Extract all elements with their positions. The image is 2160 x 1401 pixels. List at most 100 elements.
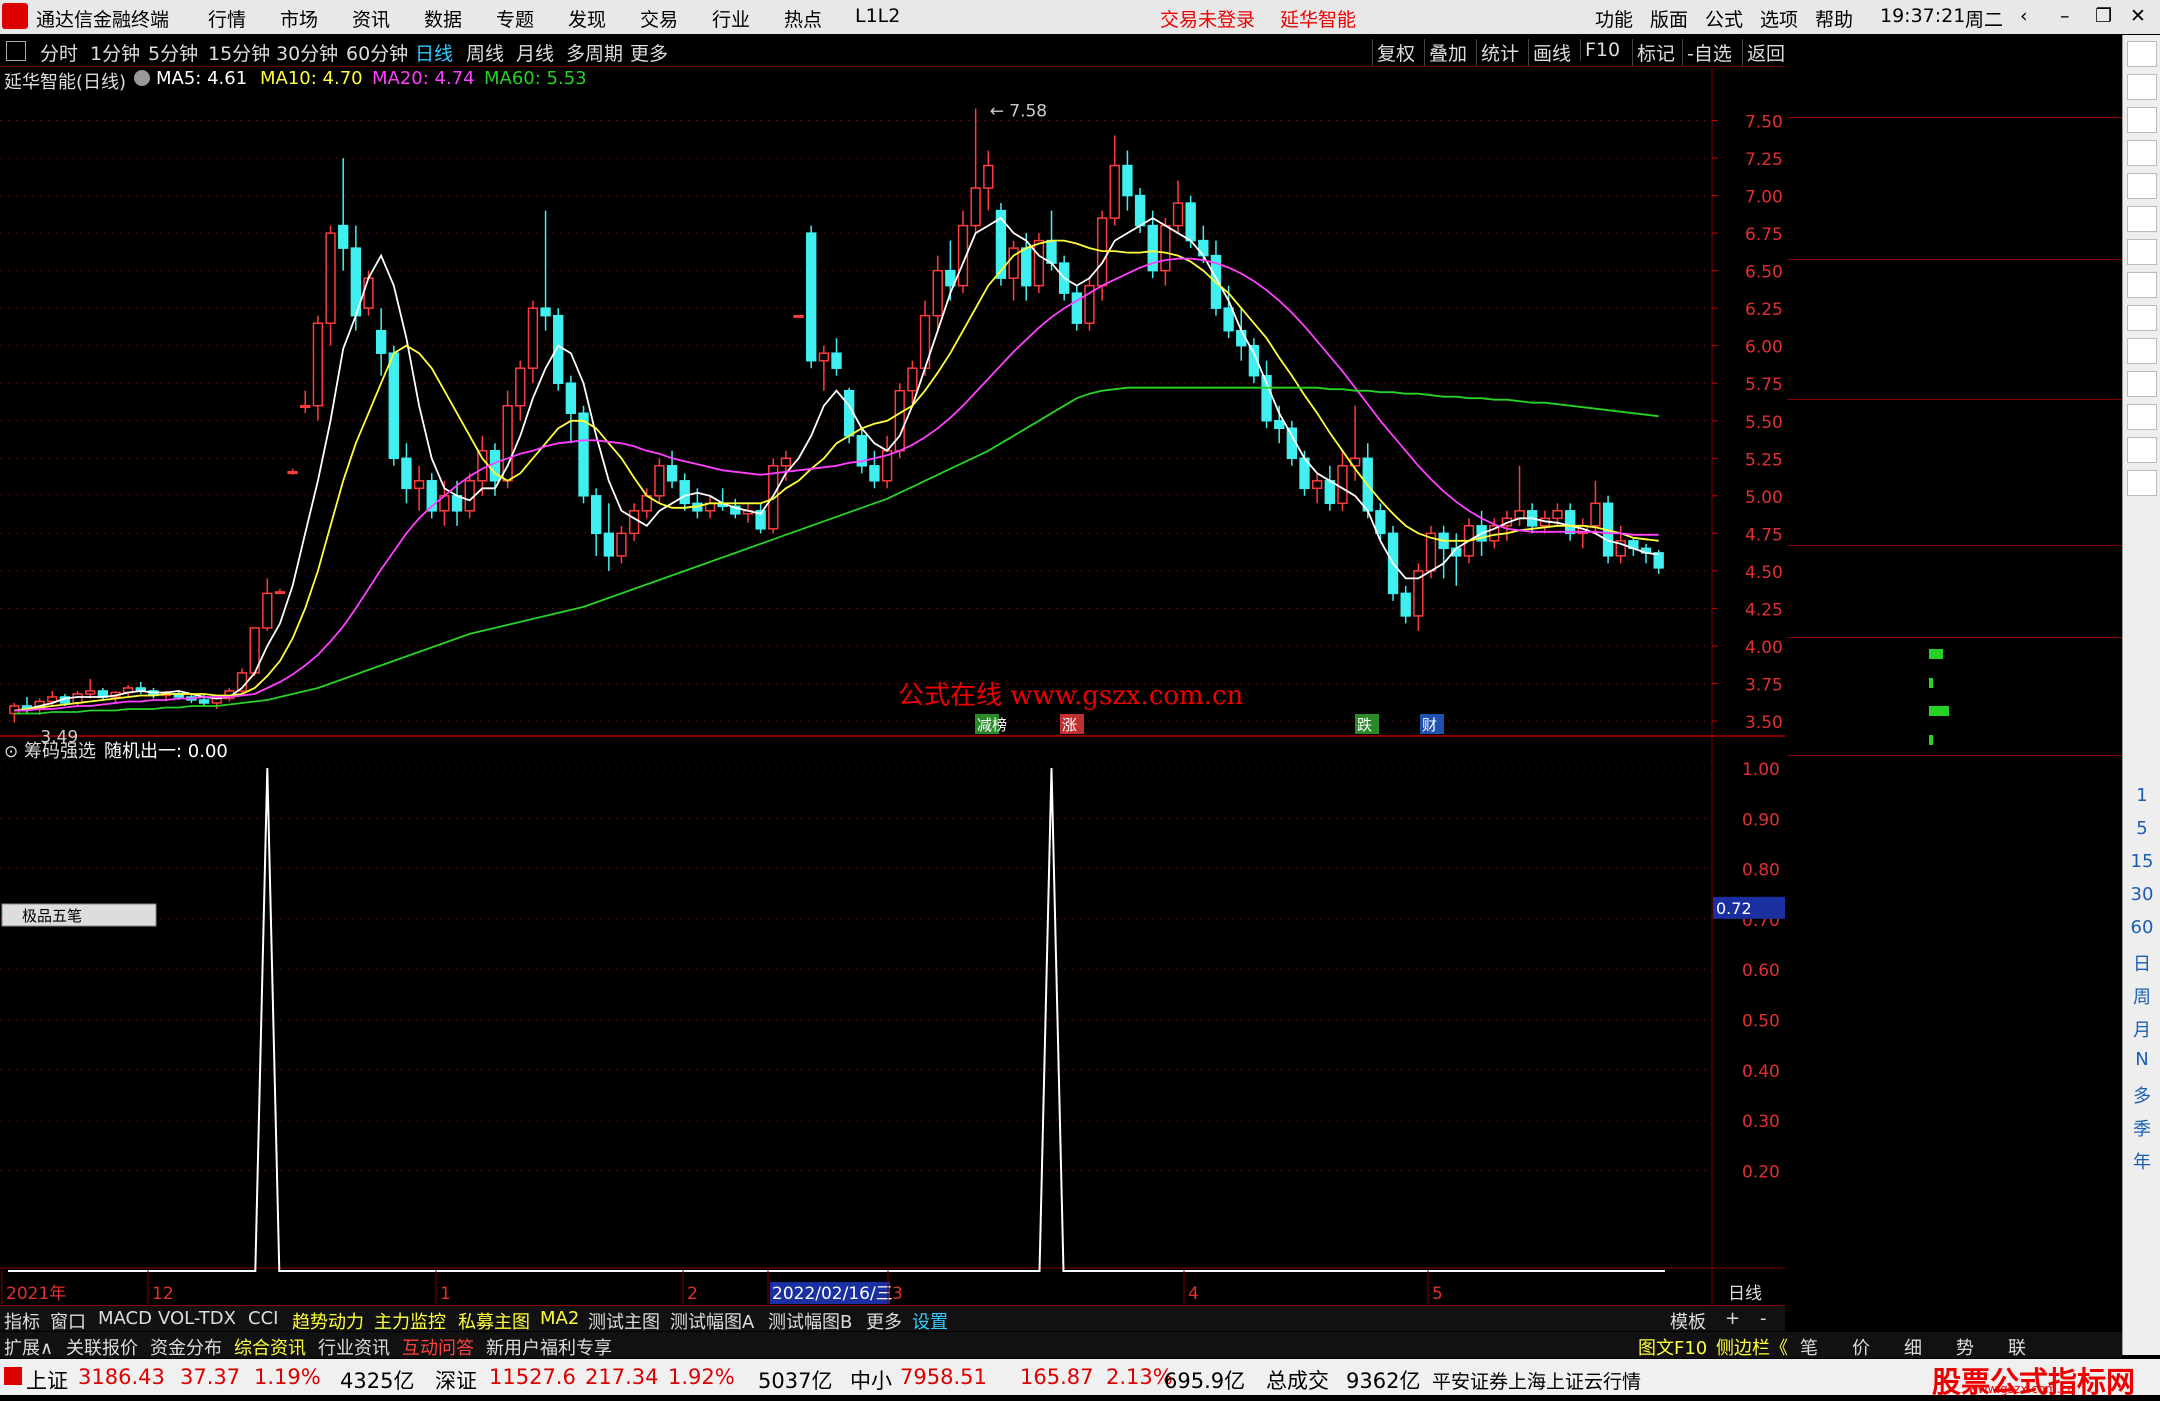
menu-item-l1l2[interactable]: L1L2 <box>855 5 900 27</box>
indicator-tab[interactable]: 更多 <box>866 1308 902 1334</box>
period-tab[interactable]: 分时 <box>40 39 78 66</box>
extension-tab[interactable]: 行业资讯 <box>318 1334 390 1360</box>
indicator-tab[interactable]: 设置 <box>912 1308 948 1334</box>
extension-tab[interactable]: 关联报价 <box>66 1334 138 1360</box>
indicator-tab[interactable]: MA2 <box>540 1308 579 1329</box>
list-icon[interactable] <box>2127 140 2157 166</box>
indicator-tab[interactable]: MACD <box>98 1308 152 1329</box>
indicator-tab[interactable]: 趋势动力 <box>292 1308 364 1334</box>
template-button[interactable]: - <box>1760 1308 1767 1329</box>
target-icon[interactable] <box>2127 470 2157 496</box>
period-shortcut[interactable]: 1 <box>2127 785 2157 806</box>
menu-item-trade[interactable]: 交易 <box>640 5 678 32</box>
menu-item-formula[interactable]: 公式 <box>1705 5 1743 32</box>
extension-tab[interactable]: 综合资讯 <box>234 1334 306 1360</box>
menu-item-help[interactable]: 帮助 <box>1815 5 1853 32</box>
side-tab[interactable]: 图文F10 <box>1638 1334 1707 1360</box>
period-tab[interactable]: 更多 <box>630 39 668 66</box>
indicator-title-icon[interactable]: ⊙ <box>4 742 18 762</box>
up-arrow-icon[interactable] <box>2127 74 2157 100</box>
indicator-tab[interactable]: 主力监控 <box>374 1308 446 1334</box>
side-tab[interactable]: 势 <box>1956 1334 1974 1360</box>
period-shortcut[interactable]: 季 <box>2127 1115 2157 1141</box>
close-icon[interactable]: ✕ <box>2130 5 2146 27</box>
menu-item-function[interactable]: 功能 <box>1595 5 1633 32</box>
table-icon[interactable] <box>2127 272 2157 298</box>
panel-toggle-icon[interactable] <box>6 41 26 61</box>
candle-icon[interactable] <box>2127 239 2157 265</box>
fund-icon[interactable] <box>2127 404 2157 430</box>
period-tab[interactable]: 1分钟 <box>90 39 140 66</box>
toolbar-button[interactable]: 标记 <box>1632 39 1675 66</box>
period-tab[interactable]: 15分钟 <box>208 39 270 66</box>
extension-tab[interactable]: 扩展∧ <box>4 1334 53 1360</box>
indicator-tab[interactable]: 测试主图 <box>588 1308 660 1334</box>
stop-icon[interactable] <box>2127 601 2157 627</box>
period-tab[interactable]: 多周期 <box>566 39 623 66</box>
period-shortcut[interactable]: 月 <box>2127 1016 2157 1042</box>
period-tab[interactable]: 月线 <box>516 39 554 66</box>
period-tab[interactable]: 周线 <box>466 39 504 66</box>
indicator-tab[interactable]: 指标 <box>4 1308 40 1334</box>
info-icon[interactable] <box>2127 338 2157 364</box>
menu-item-market[interactable]: 行情 <box>208 5 246 32</box>
chart-icon[interactable] <box>2127 206 2157 232</box>
down-arrow-icon[interactable] <box>2127 107 2157 133</box>
trade-status[interactable]: 交易未登录 <box>1160 5 1255 32</box>
close-icon[interactable] <box>2127 41 2157 67</box>
period-shortcut[interactable]: 15 <box>2127 851 2157 872</box>
rsi-icon[interactable] <box>2127 568 2157 594</box>
period-tab[interactable]: 5分钟 <box>148 39 198 66</box>
minimize-icon[interactable]: – <box>2060 5 2070 27</box>
chart-area[interactable]: 7.50 7.25 7.00 6.75 6.50 6.25 6.00 5.75 5.50 5.25… <box>0 68 1785 1305</box>
side-tab[interactable]: 侧边栏《 <box>1716 1334 1788 1360</box>
indicator-tab[interactable]: 窗口 <box>50 1308 86 1334</box>
side-tab[interactable]: 联 <box>2008 1334 2026 1360</box>
settings-icon[interactable] <box>134 70 150 86</box>
indicator-tab[interactable]: 测试幅图B <box>768 1308 852 1334</box>
side-tab[interactable]: 价 <box>1852 1334 1870 1360</box>
restore-icon[interactable]: ❐ <box>2095 5 2112 27</box>
toolbar-button[interactable]: 返回 <box>1742 39 1785 66</box>
toolbar-button[interactable]: F10 <box>1580 39 1620 61</box>
toolbar-button[interactable]: 画线 <box>1528 39 1571 66</box>
period-tab[interactable]: 30分钟 <box>276 39 338 66</box>
indicator-tab[interactable]: CCI <box>248 1308 278 1329</box>
template-button[interactable]: 模板 <box>1670 1308 1706 1334</box>
menu-item-discover[interactable]: 发现 <box>568 5 606 32</box>
period-tab[interactable]: 60分钟 <box>346 39 408 66</box>
extension-tab[interactable]: 互动问答 <box>402 1334 474 1360</box>
period-shortcut[interactable]: 30 <box>2127 884 2157 905</box>
indicator-tab[interactable]: 测试幅图A <box>670 1308 754 1334</box>
menu-item-industry[interactable]: 行业 <box>712 5 750 32</box>
extension-tab[interactable]: 新用户福利专享 <box>486 1334 612 1360</box>
move-icon[interactable] <box>2127 634 2157 660</box>
toolbar-button[interactable]: -自选 <box>1682 39 1732 66</box>
toolbar-button[interactable]: 叠加 <box>1424 39 1467 66</box>
menu-item-data[interactable]: 数据 <box>424 5 462 32</box>
period-shortcut[interactable]: N <box>2127 1049 2157 1070</box>
clock-icon[interactable] <box>2127 437 2157 463</box>
menu-item-news[interactable]: 资讯 <box>352 5 390 32</box>
indicator-tab[interactable]: VOL-TDX <box>158 1308 236 1329</box>
template-button[interactable]: + <box>1725 1308 1740 1329</box>
period-shortcut[interactable]: 多 <box>2127 1082 2157 1108</box>
grid-icon[interactable] <box>2127 173 2157 199</box>
menu-item-exchange[interactable]: 市场 <box>280 5 318 32</box>
pen-icon[interactable] <box>2127 667 2157 693</box>
period-shortcut[interactable]: 周 <box>2127 983 2157 1009</box>
period-shortcut[interactable]: 日 <box>2127 950 2157 976</box>
back-icon[interactable]: ‹ <box>2020 5 2028 27</box>
toolbar-button[interactable]: 复权 <box>1372 39 1415 66</box>
f10-icon[interactable] <box>2127 305 2157 331</box>
period-shortcut[interactable]: 年 <box>2127 1148 2157 1174</box>
menu-item-layout[interactable]: 版面 <box>1650 5 1688 32</box>
news-icon[interactable] <box>2127 371 2157 397</box>
extension-tab[interactable]: 资金分布 <box>150 1334 222 1360</box>
side-tab[interactable]: 笔 <box>1800 1334 1818 1360</box>
menu-item-options[interactable]: 选项 <box>1760 5 1798 32</box>
period-shortcut[interactable]: 60 <box>2127 917 2157 938</box>
menu-item-hot[interactable]: 热点 <box>784 5 822 32</box>
toolbar-button[interactable]: 统计 <box>1476 39 1519 66</box>
side-tab[interactable]: 细 <box>1904 1334 1922 1360</box>
